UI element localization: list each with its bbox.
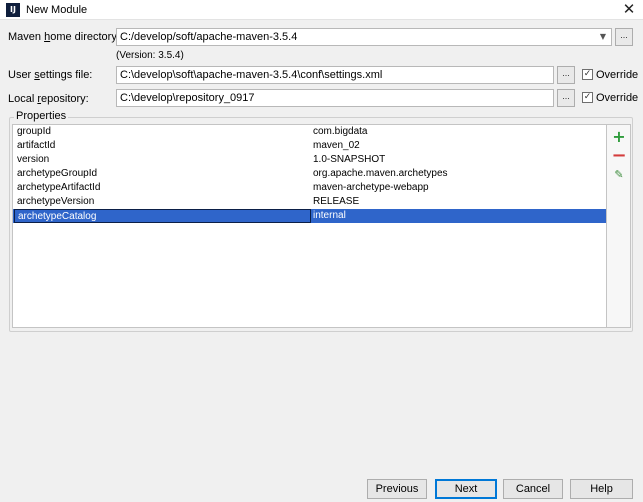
window-title: New Module [26, 4, 88, 16]
user-settings-browse-button[interactable]: ... [557, 66, 575, 84]
property-value: internal [313, 210, 346, 221]
maven-home-combobox[interactable]: C:/develop/soft/apache-maven-3.5.4 ▼ [116, 28, 612, 46]
property-value: maven-archetype-webapp [313, 182, 429, 193]
user-settings-override-label: Override [596, 69, 639, 81]
property-key: artifactId [17, 140, 56, 151]
maven-home-label: Maven home directory: [8, 30, 120, 44]
table-row[interactable]: groupId com.bigdata [13, 125, 606, 139]
property-value: maven_02 [313, 140, 360, 151]
property-key: archetypeArtifactId [17, 182, 101, 193]
remove-icon[interactable]: − [609, 147, 629, 167]
maven-home-browse-button[interactable]: ... [615, 28, 633, 46]
properties-table[interactable]: groupId com.bigdata artifactId maven_02 … [12, 124, 607, 328]
table-row-selected[interactable]: archetypeCatalog internal [13, 209, 606, 223]
table-row[interactable]: version 1.0-SNAPSHOT [13, 153, 606, 167]
maven-home-label-pre: Maven [8, 31, 45, 43]
previous-button[interactable]: Previous [367, 479, 427, 499]
user-settings-label: User settings file: [8, 68, 92, 82]
checkbox-checked-icon[interactable]: ✓ [582, 69, 593, 80]
local-repository-override-label: Override [596, 92, 639, 104]
maven-version-note: (Version: 3.5.4) [116, 50, 184, 61]
close-icon[interactable]: ✕ [621, 1, 637, 18]
local-repository-browse-button[interactable]: ... [557, 89, 575, 107]
user-settings-label-post: ettings file: [39, 69, 93, 81]
table-row[interactable]: archetypeVersion RELEASE [13, 195, 606, 209]
intellij-app-icon: IJ [6, 3, 20, 17]
add-icon[interactable]: + [609, 127, 629, 147]
property-value: 1.0-SNAPSHOT [313, 154, 386, 165]
properties-toolbar: + − ✎ [607, 124, 631, 328]
edit-icon[interactable]: ✎ [609, 165, 629, 185]
property-key: archetypeVersion [17, 196, 95, 207]
property-value: RELEASE [313, 196, 360, 207]
property-key[interactable]: archetypeCatalog [14, 209, 311, 223]
property-value: com.bigdata [313, 126, 368, 137]
title-bar: IJ New Module ✕ [0, 0, 643, 20]
user-settings-field[interactable]: C:\develop\soft\apache-maven-3.5.4\conf\… [116, 66, 554, 84]
table-row[interactable]: artifactId maven_02 [13, 139, 606, 153]
user-settings-label-pre: User [8, 69, 35, 81]
local-repository-field[interactable]: C:\develop\repository_0917 [116, 89, 554, 107]
local-repository-label: Local repository: [8, 92, 89, 106]
local-repository-label-pre: Local [8, 93, 38, 105]
next-button[interactable]: Next [435, 479, 497, 499]
property-key: archetypeGroupId [17, 168, 98, 179]
cancel-button[interactable]: Cancel [503, 479, 563, 499]
table-row[interactable]: archetypeArtifactId maven-archetype-weba… [13, 181, 606, 195]
checkbox-checked-icon[interactable]: ✓ [582, 92, 593, 103]
chevron-down-icon[interactable]: ▼ [597, 29, 609, 45]
maven-home-value: C:/develop/soft/apache-maven-3.5.4 [120, 31, 298, 43]
property-key: version [17, 154, 50, 165]
help-button[interactable]: Help [570, 479, 633, 499]
local-repository-label-post: epository: [41, 93, 89, 105]
property-key: groupId [17, 126, 51, 137]
properties-title: Properties [14, 110, 69, 123]
maven-home-label-post: ome directory: [50, 31, 120, 43]
property-value: org.apache.maven.archetypes [313, 168, 448, 179]
table-row[interactable]: archetypeGroupId org.apache.maven.archet… [13, 167, 606, 181]
